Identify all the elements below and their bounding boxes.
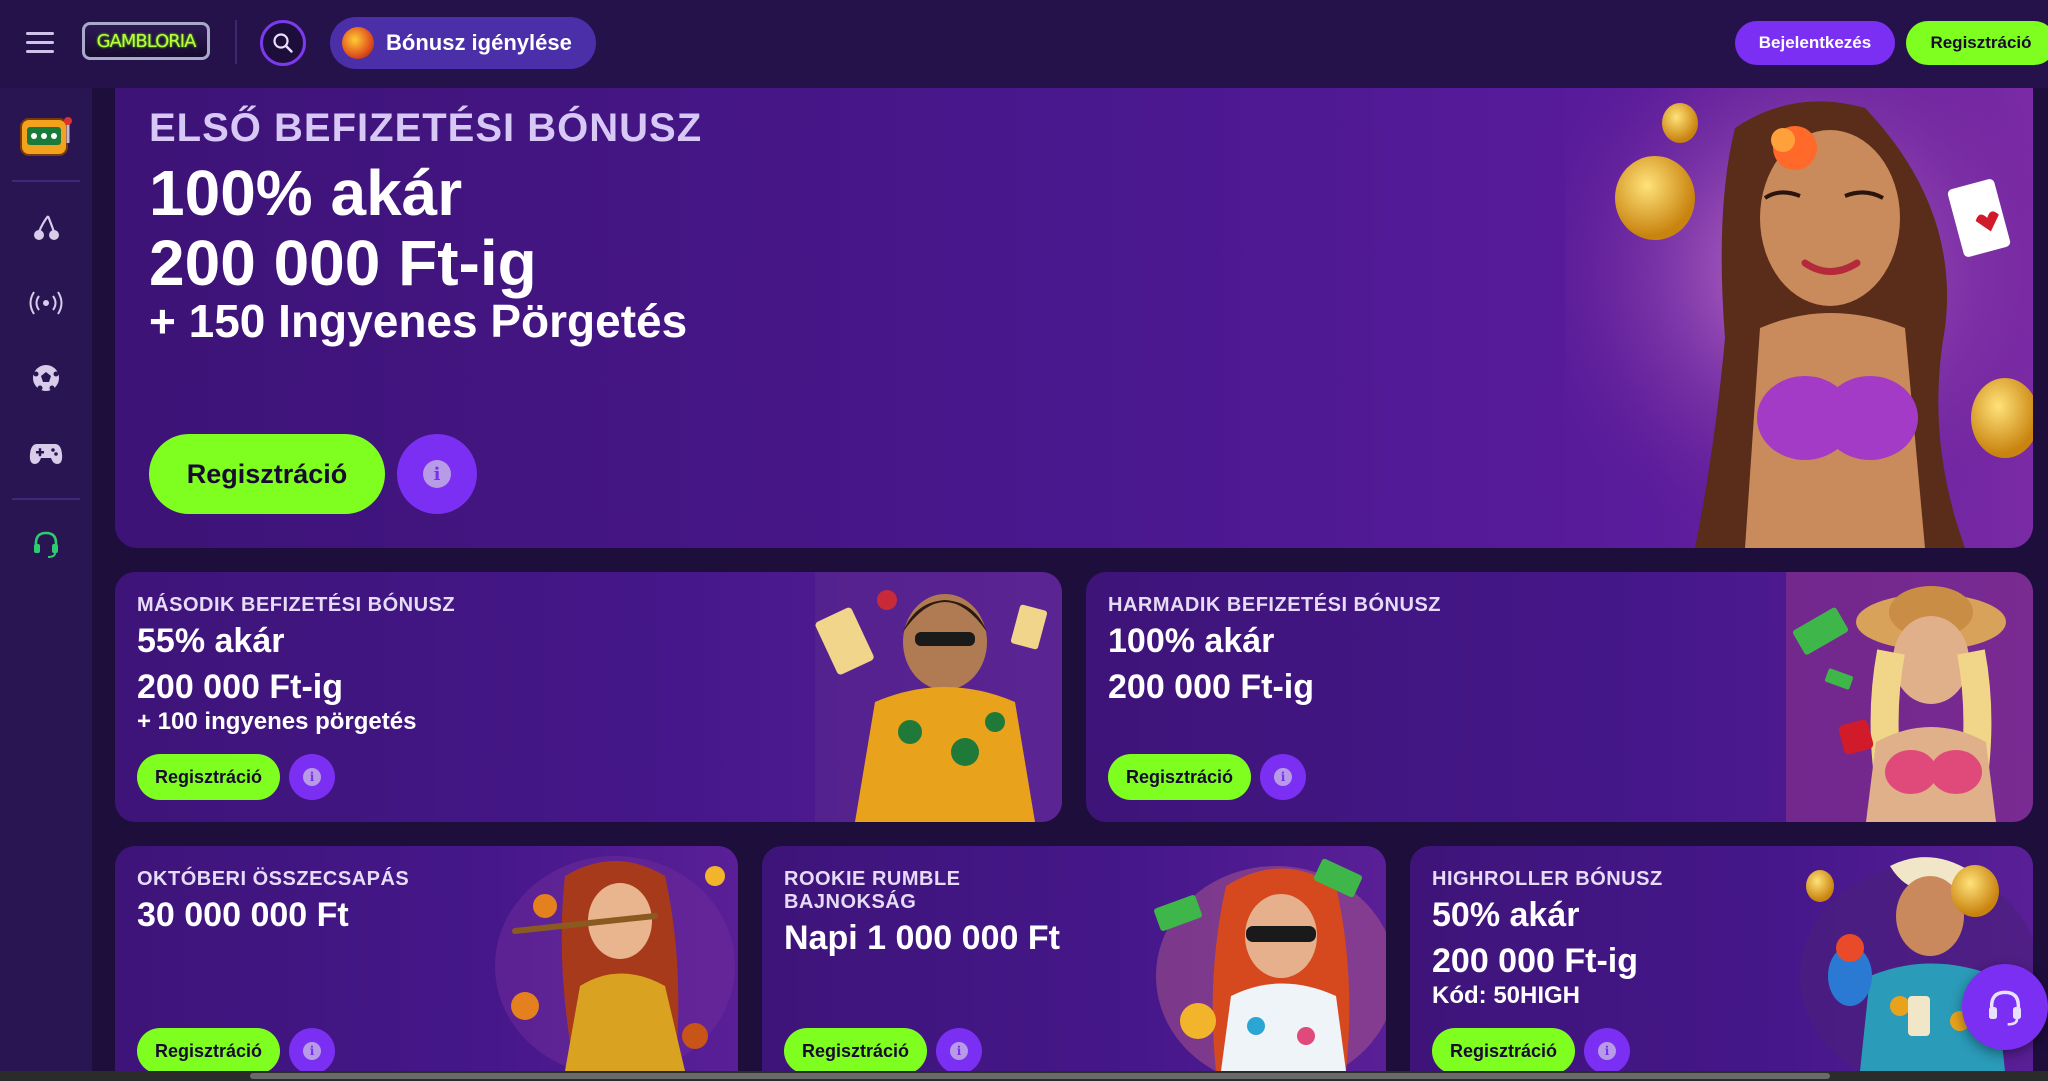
card-register-button[interactable]: Regisztráció	[137, 754, 280, 800]
card-character-illustration	[495, 856, 735, 1071]
card-kicker: MÁSODIK BEFIZETÉSI BÓNUSZ	[137, 594, 456, 616]
card-line2: 200 000 Ft-ig	[1108, 668, 1314, 706]
top-bar: GAMBLORIA Bónusz igénylése Bejelentkezés…	[0, 0, 2048, 88]
card-info-button[interactable]: i	[289, 1028, 335, 1071]
card-info-button[interactable]: i	[1584, 1028, 1630, 1071]
card-character-illustration	[1786, 572, 2033, 822]
search-icon	[273, 33, 293, 53]
card-register-button[interactable]: Regisztráció	[784, 1028, 927, 1071]
claim-bonus-button[interactable]: Bónusz igénylése	[330, 17, 596, 69]
scrollbar-thumb[interactable]	[250, 1073, 1830, 1079]
hero-info-button[interactable]: i	[397, 434, 477, 514]
hero-banner: ELSŐ BEFIZETÉSI BÓNUSZ 100% akár 200 000…	[115, 88, 2033, 548]
info-icon: i	[1598, 1042, 1616, 1060]
search-button[interactable]	[260, 20, 306, 66]
promo-card-third-deposit: HARMADIK BEFIZETÉSI BÓNUSZ 100% akár 200…	[1086, 572, 2033, 822]
gambloria-logo[interactable]: GAMBLORIA	[82, 22, 210, 60]
card-kicker-line1: ROOKIE RUMBLE	[784, 868, 961, 890]
hero-kicker: ELSŐ BEFIZETÉSI BÓNUSZ	[149, 106, 703, 150]
sidebar-divider	[12, 180, 80, 182]
hero-register-button[interactable]: Regisztráció	[149, 434, 385, 514]
live-support-button[interactable]	[1962, 964, 2048, 1050]
card-info-button[interactable]: i	[936, 1028, 982, 1071]
card-register-button[interactable]: Regisztráció	[1108, 754, 1251, 800]
login-button[interactable]: Bejelentkezés	[1735, 21, 1895, 65]
header-divider	[235, 20, 237, 64]
hero-character-illustration	[1565, 88, 2033, 548]
hero-headline-line2: 200 000 Ft-ig	[149, 227, 537, 299]
card-line2: 200 000 Ft-ig	[137, 668, 343, 706]
card-register-button[interactable]: Regisztráció	[137, 1028, 280, 1071]
promo-card-october-clash: OKTÓBERI ÖSSZECSAPÁS 30 000 000 Ft Regis…	[115, 846, 738, 1071]
card-line1: Napi 1 000 000 Ft	[784, 919, 1060, 957]
card-kicker: HARMADIK BEFIZETÉSI BÓNUSZ	[1108, 594, 1441, 616]
headset-icon	[1989, 990, 2021, 1026]
card-promo-code: Kód: 50HIGH	[1432, 982, 1581, 1009]
slot-machine-icon[interactable]	[18, 112, 74, 160]
card-line1: 30 000 000 Ft	[137, 896, 349, 934]
info-icon: i	[1274, 768, 1292, 786]
info-icon: i	[303, 1042, 321, 1060]
sidebar	[0, 88, 92, 1081]
hero-headline-line3: + 150 Ingyenes Pörgetés	[149, 295, 688, 347]
card-line1: 55% akár	[137, 622, 285, 660]
info-icon: i	[303, 768, 321, 786]
hamburger-menu-icon[interactable]	[26, 32, 54, 54]
card-line2: 200 000 Ft-ig	[1432, 942, 1638, 980]
promo-card-second-deposit: MÁSODIK BEFIZETÉSI BÓNUSZ 55% akár 200 0…	[115, 572, 1062, 822]
live-broadcast-icon[interactable]	[26, 283, 66, 323]
gamepad-icon[interactable]	[26, 433, 66, 473]
claim-bonus-label: Bónusz igénylése	[386, 30, 572, 55]
soccer-ball-icon[interactable]	[26, 358, 66, 398]
card-line1: 50% akár	[1432, 896, 1580, 934]
register-button-header[interactable]: Regisztráció	[1906, 21, 2048, 65]
cherry-icon[interactable]	[26, 208, 66, 248]
card-character-illustration	[815, 572, 1062, 822]
card-kicker-line2: BAJNOKSÁG	[784, 891, 917, 913]
card-kicker: OKTÓBERI ÖSSZECSAPÁS	[137, 868, 410, 890]
card-register-button[interactable]: Regisztráció	[1432, 1028, 1575, 1071]
info-icon: i	[950, 1042, 968, 1060]
card-line1: 100% akár	[1108, 622, 1275, 660]
card-line3: + 100 ingyenes pörgetés	[137, 708, 417, 735]
promo-card-rookie-rumble: ROOKIE RUMBLE BAJNOKSÁG Napi 1 000 000 F…	[762, 846, 1386, 1071]
hero-headline-line1: 100% akár	[149, 157, 463, 229]
horizontal-scrollbar[interactable]	[0, 1071, 2048, 1081]
info-icon: i	[423, 460, 451, 488]
card-character-illustration	[1154, 858, 1386, 1071]
card-info-button[interactable]: i	[1260, 754, 1306, 800]
sidebar-divider	[12, 498, 80, 500]
card-info-button[interactable]: i	[289, 754, 335, 800]
gift-icon	[342, 27, 374, 59]
promo-card-highroller: HIGHROLLER BÓNUSZ 50% akár 200 000 Ft-ig…	[1410, 846, 2033, 1071]
card-kicker: HIGHROLLER BÓNUSZ	[1432, 868, 1663, 890]
headset-icon[interactable]	[26, 524, 66, 564]
